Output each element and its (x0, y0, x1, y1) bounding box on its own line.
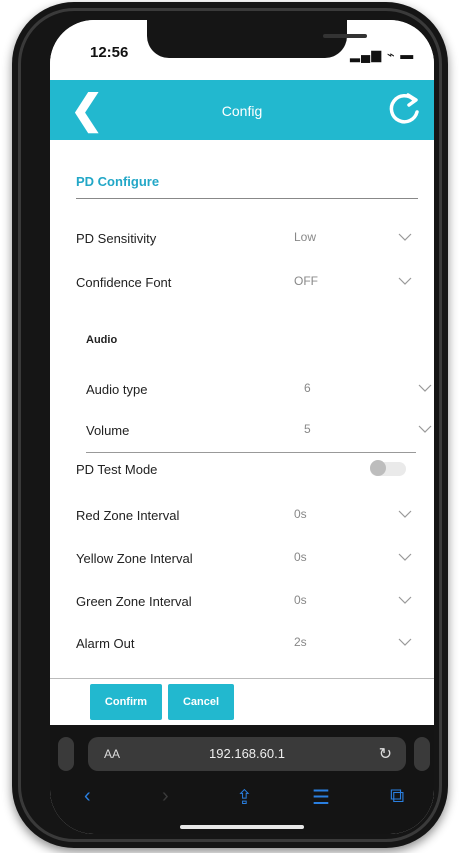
chevron-down-icon (398, 553, 412, 561)
phone-frame: 12:56 ▂▄▆ ⌁ ▬ ❮ Config PD Configure PD S… (12, 2, 448, 848)
speaker-grille (323, 34, 367, 38)
toggle-knob (370, 460, 386, 476)
chevron-down-icon (418, 384, 432, 392)
audio-divider (86, 452, 416, 453)
setting-value: 0s (294, 550, 307, 564)
section-divider (76, 198, 418, 199)
tabs-icon[interactable]: ⧉ (390, 785, 404, 808)
chevron-down-icon (398, 638, 412, 646)
notch (147, 20, 367, 58)
setting-value: 0s (294, 593, 307, 607)
setting-value: OFF (294, 274, 318, 288)
setting-label: Audio type (86, 382, 148, 397)
chevron-down-icon (398, 510, 412, 518)
pd-test-mode-toggle[interactable] (370, 460, 406, 476)
browser-forward-icon[interactable]: › (162, 785, 169, 808)
browser-bar: AA 192.168.60.1 ↻ ‹ › ⇪ ☰ ⧉ (50, 725, 434, 834)
setting-label: Alarm Out (76, 636, 135, 651)
setting-label: PD Sensitivity (76, 231, 157, 246)
status-time: 12:56 (90, 44, 129, 61)
next-tab-preview[interactable] (414, 737, 430, 771)
bookmarks-icon[interactable]: ☰ (312, 785, 330, 810)
alarm-out-select[interactable]: Alarm Out 2s (76, 634, 418, 656)
setting-label: Confidence Font (76, 275, 172, 290)
pd-test-mode-row: PD Test Mode (76, 460, 418, 482)
chevron-down-icon (398, 233, 412, 241)
url-text: 192.168.60.1 (209, 746, 285, 761)
setting-label: PD Test Mode (76, 462, 158, 477)
setting-value: 0s (294, 507, 307, 521)
audio-heading: Audio (86, 334, 118, 346)
setting-value: 2s (294, 635, 307, 649)
browser-back-icon[interactable]: ‹ (84, 785, 91, 808)
prev-tab-preview[interactable] (58, 737, 74, 771)
signal-wifi-battery-icons: ▂▄▆ ⌁ ▬ (350, 47, 415, 62)
setting-value: 5 (304, 422, 311, 436)
setting-label: Yellow Zone Interval (76, 551, 193, 566)
pd-sensitivity-select[interactable]: PD Sensitivity Low (76, 229, 418, 251)
screen: 12:56 ▂▄▆ ⌁ ▬ ❮ Config PD Configure PD S… (50, 20, 434, 834)
app-header: ❮ Config (50, 80, 434, 140)
red-zone-interval-select[interactable]: Red Zone Interval 0s (76, 506, 418, 528)
chevron-down-icon (418, 425, 432, 433)
green-zone-interval-select[interactable]: Green Zone Interval 0s (76, 592, 418, 614)
chevron-down-icon (398, 277, 412, 285)
reload-icon[interactable]: ↻ (379, 744, 392, 764)
refresh-icon[interactable] (384, 88, 424, 128)
chevron-down-icon (398, 596, 412, 604)
setting-value: Low (294, 230, 317, 244)
footer-divider (50, 678, 434, 679)
home-indicator (180, 825, 304, 829)
confidence-font-select[interactable]: Confidence Font OFF (76, 273, 418, 295)
confirm-button[interactable]: Confirm (90, 684, 162, 720)
setting-label: Red Zone Interval (76, 508, 180, 523)
section-title: PD Configure (76, 174, 160, 189)
yellow-zone-interval-select[interactable]: Yellow Zone Interval 0s (76, 549, 418, 571)
status-bar: 12:56 ▂▄▆ ⌁ ▬ (50, 20, 434, 80)
cancel-button[interactable]: Cancel (168, 684, 234, 720)
audio-type-select[interactable]: Audio type 6 (86, 380, 432, 402)
setting-label: Green Zone Interval (76, 594, 192, 609)
setting-value: 6 (304, 381, 311, 395)
share-icon[interactable]: ⇪ (236, 785, 253, 810)
volume-select[interactable]: Volume 5 (86, 421, 432, 443)
setting-label: Volume (86, 423, 130, 438)
url-bar[interactable]: AA 192.168.60.1 ↻ (88, 737, 406, 771)
page-title: Config (221, 103, 263, 119)
